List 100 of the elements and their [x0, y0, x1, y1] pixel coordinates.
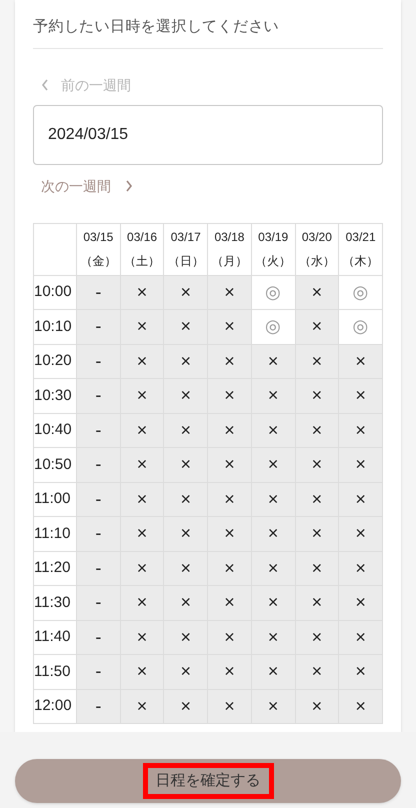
unavailable-slot-cell: ×: [208, 620, 252, 654]
unavailable-slot-cell: ×: [338, 378, 382, 413]
unavailable-slot-cell: ×: [208, 689, 252, 724]
unavailable-slot-cell: ×: [251, 448, 296, 482]
closed-slot-cell: -: [76, 482, 120, 516]
confirm-schedule-button[interactable]: 日程を確定する: [15, 759, 401, 803]
closed-slot-cell: -: [76, 448, 120, 482]
unavailable-slot-cell: ×: [208, 344, 252, 378]
unavailable-slot-cell: ×: [120, 654, 164, 689]
unavailable-slot-cell: ×: [251, 516, 296, 551]
unavailable-slot-cell: ×: [164, 413, 208, 448]
available-slot-cell[interactable]: ◎: [338, 310, 382, 344]
unavailable-slot-cell: ×: [338, 344, 382, 378]
unavailable-slot-cell: ×: [164, 586, 208, 620]
unavailable-slot-cell: ×: [295, 378, 339, 413]
closed-slot-cell: -: [76, 551, 120, 586]
date-header-cell: 03/19 （火）: [251, 223, 296, 275]
available-slot-cell[interactable]: ◎: [338, 275, 382, 310]
unavailable-slot-cell: ×: [338, 413, 382, 448]
chevron-right-icon: [125, 180, 133, 192]
unavailable-slot-cell: ×: [120, 620, 164, 654]
closed-slot-cell: -: [76, 344, 120, 378]
unavailable-slot-cell: ×: [208, 516, 252, 551]
chevron-left-icon: [41, 79, 49, 91]
unavailable-slot-cell: ×: [208, 275, 252, 310]
unavailable-slot-cell: ×: [120, 413, 164, 448]
unavailable-slot-cell: ×: [338, 689, 382, 724]
unavailable-slot-cell: ×: [164, 310, 208, 344]
unavailable-slot-cell: ×: [338, 448, 382, 482]
unavailable-slot-cell: ×: [208, 448, 252, 482]
unavailable-slot-cell: ×: [251, 344, 296, 378]
unavailable-slot-cell: ×: [120, 516, 164, 551]
unavailable-slot-cell: ×: [164, 620, 208, 654]
date-header-cell: 03/16 （土）: [120, 223, 164, 275]
button-label: 日程を確定する: [142, 762, 274, 800]
unavailable-slot-cell: ×: [251, 551, 296, 586]
unavailable-slot-cell: ×: [295, 413, 339, 448]
unavailable-slot-cell: ×: [338, 516, 382, 551]
closed-slot-cell: -: [76, 689, 120, 724]
unavailable-slot-cell: ×: [120, 448, 164, 482]
unavailable-slot-cell: ×: [295, 620, 339, 654]
unavailable-slot-cell: ×: [164, 344, 208, 378]
unavailable-slot-cell: ×: [164, 689, 208, 724]
date-header-cell: 03/21 （木）: [338, 223, 382, 275]
unavailable-slot-cell: ×: [164, 654, 208, 689]
unavailable-slot-cell: ×: [251, 689, 296, 724]
available-slot-cell[interactable]: ◎: [251, 310, 296, 344]
unavailable-slot-cell: ×: [164, 378, 208, 413]
unavailable-slot-cell: ×: [295, 275, 339, 310]
unavailable-slot-cell: ×: [208, 586, 252, 620]
unavailable-slot-cell: ×: [295, 689, 339, 724]
unavailable-slot-cell: ×: [120, 310, 164, 344]
unavailable-slot-cell: ×: [295, 516, 339, 551]
unavailable-slot-cell: ×: [338, 551, 382, 586]
unavailable-slot-cell: ×: [338, 654, 382, 689]
date-header-cell: 03/17 （日）: [164, 223, 208, 275]
date-header-cell: 03/20 （水）: [295, 223, 339, 275]
closed-slot-cell: -: [76, 620, 120, 654]
closed-slot-cell: -: [76, 413, 120, 448]
unavailable-slot-cell: ×: [251, 378, 296, 413]
unavailable-slot-cell: ×: [208, 310, 252, 344]
unavailable-slot-cell: ×: [164, 551, 208, 586]
unavailable-slot-cell: ×: [338, 620, 382, 654]
unavailable-slot-cell: ×: [251, 482, 296, 516]
closed-slot-cell: -: [76, 516, 120, 551]
date-field[interactable]: 2024/03/15: [33, 104, 383, 164]
unavailable-slot-cell: ×: [295, 310, 339, 344]
unavailable-slot-cell: ×: [164, 516, 208, 551]
page-heading: 予約したい日時を選択してください: [33, 17, 280, 37]
unavailable-slot-cell: ×: [208, 482, 252, 516]
date-header-cell: 03/15 （金）: [76, 223, 120, 275]
unavailable-slot-cell: ×: [295, 586, 339, 620]
unavailable-slot-cell: ×: [295, 344, 339, 378]
unavailable-slot-cell: ×: [251, 654, 296, 689]
unavailable-slot-cell: ×: [208, 413, 252, 448]
date-header-cell: 03/18 （月）: [208, 223, 252, 275]
unavailable-slot-cell: ×: [120, 689, 164, 724]
unavailable-slot-cell: ×: [120, 482, 164, 516]
unavailable-slot-cell: ×: [338, 482, 382, 516]
unavailable-slot-cell: ×: [208, 551, 252, 586]
unavailable-slot-cell: ×: [164, 482, 208, 516]
closed-slot-cell: -: [76, 275, 120, 310]
unavailable-slot-cell: ×: [251, 620, 296, 654]
unavailable-slot-cell: ×: [164, 275, 208, 310]
unavailable-slot-cell: ×: [120, 275, 164, 310]
unavailable-slot-cell: ×: [120, 344, 164, 378]
closed-slot-cell: -: [76, 378, 120, 413]
unavailable-slot-cell: ×: [251, 413, 296, 448]
unavailable-slot-cell: ×: [295, 448, 339, 482]
unavailable-slot-cell: ×: [251, 586, 296, 620]
unavailable-slot-cell: ×: [295, 551, 339, 586]
closed-slot-cell: -: [76, 310, 120, 344]
unavailable-slot-cell: ×: [208, 378, 252, 413]
available-slot-cell[interactable]: ◎: [251, 275, 296, 310]
unavailable-slot-cell: ×: [208, 654, 252, 689]
unavailable-slot-cell: ×: [338, 586, 382, 620]
unavailable-slot-cell: ×: [120, 586, 164, 620]
closed-slot-cell: -: [76, 586, 120, 620]
unavailable-slot-cell: ×: [120, 378, 164, 413]
next-week-link[interactable]: 次の一週間: [41, 176, 133, 196]
